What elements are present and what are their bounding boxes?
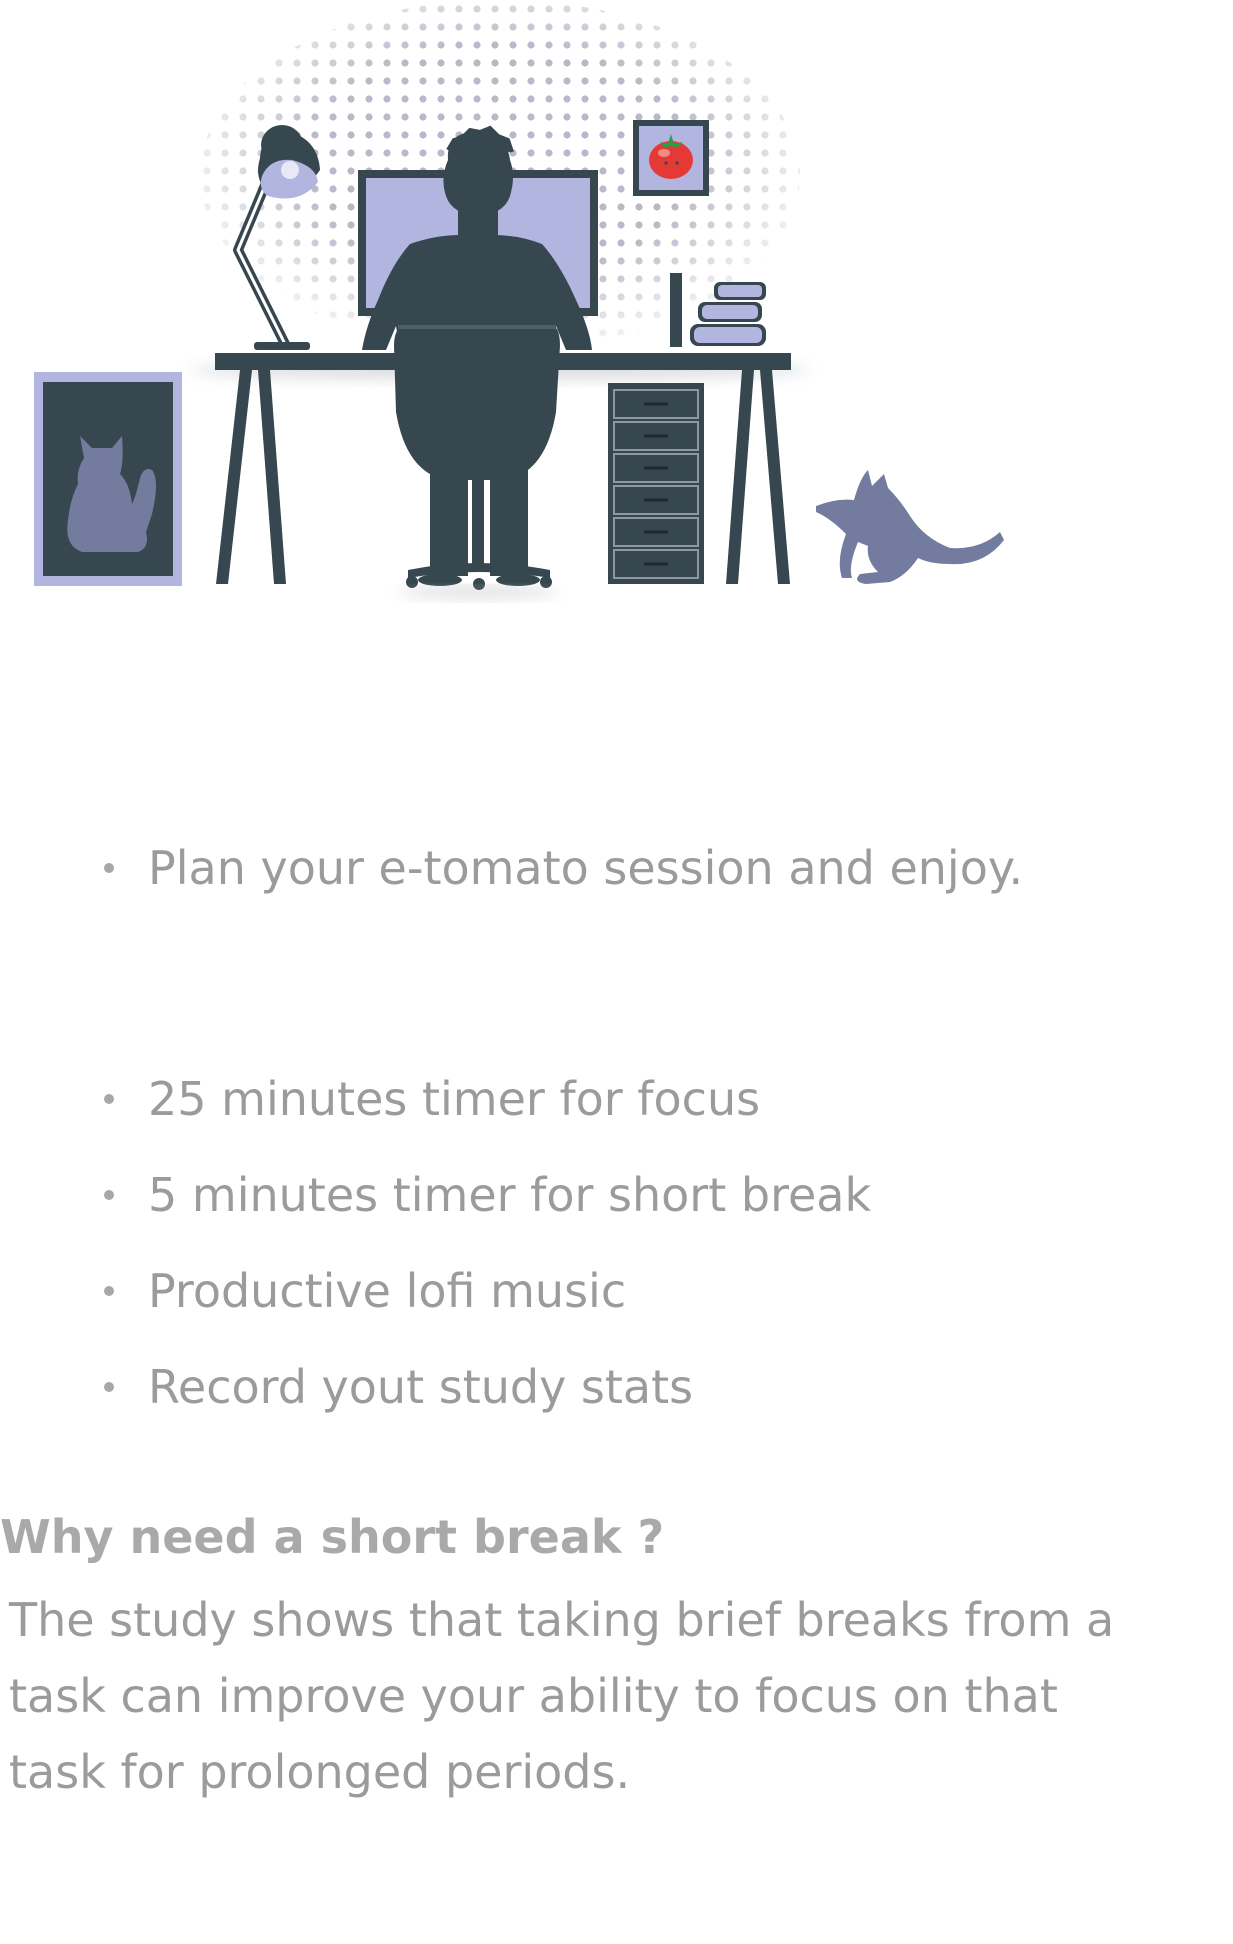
list-item: 25 minutes timer for focus	[0, 1051, 871, 1147]
bullet-icon	[104, 1286, 114, 1296]
list-item-text: 5 minutes timer for short break	[148, 1168, 872, 1222]
intro-list: Plan your e-tomato session and enjoy.	[0, 820, 1023, 916]
office-chair-icon	[394, 325, 560, 590]
features-list: 25 minutes timer for focus 5 minutes tim…	[0, 1051, 871, 1435]
bullet-icon	[104, 863, 114, 873]
list-item-text: 25 minutes timer for focus	[148, 1072, 761, 1126]
bullet-icon	[104, 1382, 114, 1392]
list-item-text: Record yout study stats	[148, 1360, 694, 1414]
why-heading: Why need a short break ?	[0, 1510, 665, 1564]
list-item-text: Plan your e-tomato session and enjoy.	[148, 841, 1024, 895]
list-item: Productive lofi music	[0, 1243, 871, 1339]
cat-icon	[816, 470, 1004, 584]
desk-scene-illustration	[34, 0, 1004, 598]
list-item: Record yout study stats	[0, 1339, 871, 1435]
list-item-text: Productive lofi music	[148, 1264, 627, 1318]
list-item: 5 minutes timer for short break	[0, 1147, 871, 1243]
bullet-icon	[104, 1094, 114, 1104]
list-item: Plan your e-tomato session and enjoy.	[0, 820, 1023, 916]
bullet-icon	[104, 1190, 114, 1200]
cat-poster-icon	[34, 372, 182, 586]
hero-illustration	[0, 0, 1233, 620]
drawer-cabinet-icon	[608, 383, 704, 584]
tomato-frame-icon	[633, 120, 709, 196]
why-paragraph: The study shows that taking brief breaks…	[9, 1593, 1115, 1799]
